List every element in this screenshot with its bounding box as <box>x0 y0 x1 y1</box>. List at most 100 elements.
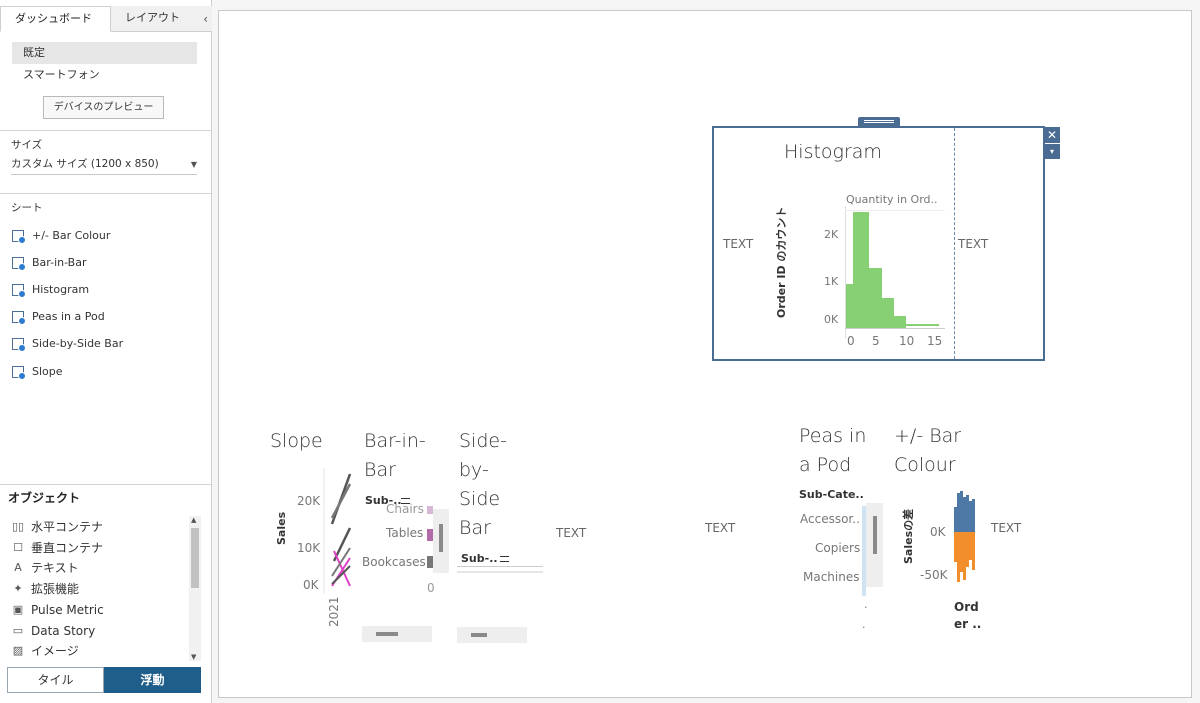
dashboard-canvas[interactable]: Histogram TEXT TEXT Quantity in Ord.. Or… <box>218 10 1192 698</box>
book-icon: ▭ <box>12 624 24 637</box>
object-label: 水平コンテナ <box>31 520 104 534</box>
object-label: 拡張機能 <box>31 582 80 596</box>
floating-button[interactable]: 浮動 <box>104 667 201 693</box>
puzzle-icon: ✦ <box>13 582 23 595</box>
y-tick: -50K <box>920 568 948 582</box>
sheet-item[interactable]: Side-by-Side Bar <box>12 335 123 353</box>
sheet-item[interactable]: Peas in a Pod <box>12 308 105 326</box>
sheet-item[interactable]: Histogram <box>12 281 89 299</box>
horizontal-container-icon: ▯▯ <box>11 520 25 533</box>
image-icon: ▨ <box>12 644 24 657</box>
tab-layout[interactable]: レイアウト <box>111 6 212 32</box>
y-tick: 2K <box>824 228 839 241</box>
side-by-side-title: Side- by- Side Bar <box>459 427 507 543</box>
worksheet-icon <box>12 338 26 352</box>
device-default[interactable]: 既定 <box>12 42 197 64</box>
y-tick: 10K <box>297 541 321 555</box>
scrollbar-track[interactable] <box>433 509 449 573</box>
object-label: Pulse Metric <box>31 603 104 617</box>
horizontal-scrollbar[interactable] <box>457 627 527 643</box>
header-line <box>845 210 945 211</box>
scroll-up-icon[interactable]: ▲ <box>191 516 196 524</box>
scroll-thumb[interactable] <box>471 633 487 637</box>
x-tick: 10 <box>899 334 915 348</box>
text-object: TEXT <box>991 521 1022 535</box>
caret-down-icon: ▼ <box>190 160 197 169</box>
overflow-dot: · <box>864 601 868 614</box>
layout-divider[interactable] <box>954 128 955 359</box>
title-line: Peas in <box>799 425 867 447</box>
histogram-y-label: Order ID のカウント <box>775 206 788 318</box>
objects-scrollbar[interactable]: ▲ ▼ <box>189 516 201 661</box>
scroll-thumb[interactable] <box>376 632 398 636</box>
device-preview-button[interactable]: デバイスのプレビュー <box>43 96 164 119</box>
slope-lines <box>323 468 352 594</box>
objects-label: オブジェクト <box>8 491 81 505</box>
object-text[interactable]: A テキスト <box>11 559 79 578</box>
sheet-item[interactable]: Slope <box>12 363 63 381</box>
divider <box>0 193 211 194</box>
scroll-down-icon[interactable]: ▼ <box>191 653 196 661</box>
sheet-label: Bar-in-Bar <box>32 256 87 269</box>
sheet-item[interactable]: +/- Bar Colour <box>12 227 110 245</box>
divider <box>0 130 211 131</box>
sheets-label: シート <box>11 202 43 214</box>
scroll-thumb[interactable] <box>439 524 443 552</box>
object-pulse-metric[interactable]: ▣ Pulse Metric <box>11 601 104 620</box>
histogram-bar <box>846 284 853 328</box>
title-line: Bar-in- <box>364 430 426 452</box>
plus-minus-title: +/- Bar Colour <box>894 422 961 480</box>
plus-minus-y-label: Salesの差 <box>902 508 915 564</box>
peas-title: Peas in a Pod <box>799 422 866 480</box>
object-extension[interactable]: ✦ 拡張機能 <box>11 580 79 599</box>
title-line: a Pod <box>799 454 852 476</box>
sheet-item[interactable]: Bar-in-Bar <box>12 254 87 272</box>
collapse-pane-icon[interactable]: ‹ <box>203 12 208 26</box>
tab-dashboard[interactable]: ダッシュボード <box>0 6 111 32</box>
object-horizontal-container[interactable]: ▯▯ 水平コンテナ <box>11 518 103 537</box>
object-vertical-container[interactable]: ☐ 垂直コンテナ <box>11 539 103 558</box>
histogram-bar <box>906 324 939 326</box>
scrollbar-track[interactable] <box>866 503 883 587</box>
y-tick: 1K <box>824 275 839 288</box>
peas-header[interactable]: Sub-Cate.. <box>799 488 864 501</box>
side-by-side-header[interactable]: Sub-.. <box>461 552 498 565</box>
worksheet-icon <box>12 311 26 325</box>
row-label: Machines <box>803 570 860 584</box>
tableau-dashboard-editor: ダッシュボード レイアウト ‹ 既定 スマートフォン デバイスのプレビュー サイ… <box>0 0 1200 703</box>
label-line: er .. <box>954 617 982 631</box>
object-label: テキスト <box>31 561 79 575</box>
sort-icon[interactable] <box>500 556 509 562</box>
sheet-label: Slope <box>32 365 63 378</box>
sheet-label: Side-by-Side Bar <box>32 337 124 350</box>
x-tick: 5 <box>872 334 880 348</box>
sheet-label: +/- Bar Colour <box>32 229 111 242</box>
device-phone[interactable]: スマートフォン <box>12 64 197 86</box>
pulse-metric-icon: ▣ <box>12 603 24 616</box>
move-handle-icon[interactable] <box>858 117 900 126</box>
size-select[interactable]: カスタム サイズ (1200 x 850) ▼ <box>11 156 197 175</box>
size-label: サイズ <box>11 139 43 151</box>
worksheet-icon <box>12 366 26 380</box>
row-label: Accessor.. <box>800 512 860 526</box>
object-data-story[interactable]: ▭ Data Story <box>11 622 95 641</box>
histogram-bar <box>882 298 894 328</box>
histogram-bar <box>869 268 882 328</box>
object-image[interactable]: ▨ イメージ <box>11 642 79 661</box>
title-line: Bar <box>364 459 396 481</box>
text-object: TEXT <box>958 237 989 251</box>
object-label: Data Story <box>31 624 96 638</box>
sheet-label: Histogram <box>32 283 90 296</box>
more-options-icon[interactable]: ▾ <box>1044 144 1060 159</box>
y-tick: 0K <box>824 313 839 326</box>
close-icon[interactable]: ✕ <box>1044 127 1060 143</box>
size-value: カスタム サイズ (1200 x 850) <box>11 158 159 170</box>
sheet-label: Peas in a Pod <box>32 310 105 323</box>
horizontal-scrollbar[interactable] <box>362 626 432 642</box>
tiled-button[interactable]: タイル <box>7 667 104 693</box>
bar-in-bar-title: Bar-in- Bar <box>364 427 426 485</box>
histogram-zone[interactable]: Histogram TEXT TEXT Quantity in Ord.. Or… <box>712 126 1045 361</box>
row-label: Bookcases <box>362 555 426 569</box>
scroll-thumb[interactable] <box>873 516 877 554</box>
scroll-thumb[interactable] <box>191 528 199 588</box>
